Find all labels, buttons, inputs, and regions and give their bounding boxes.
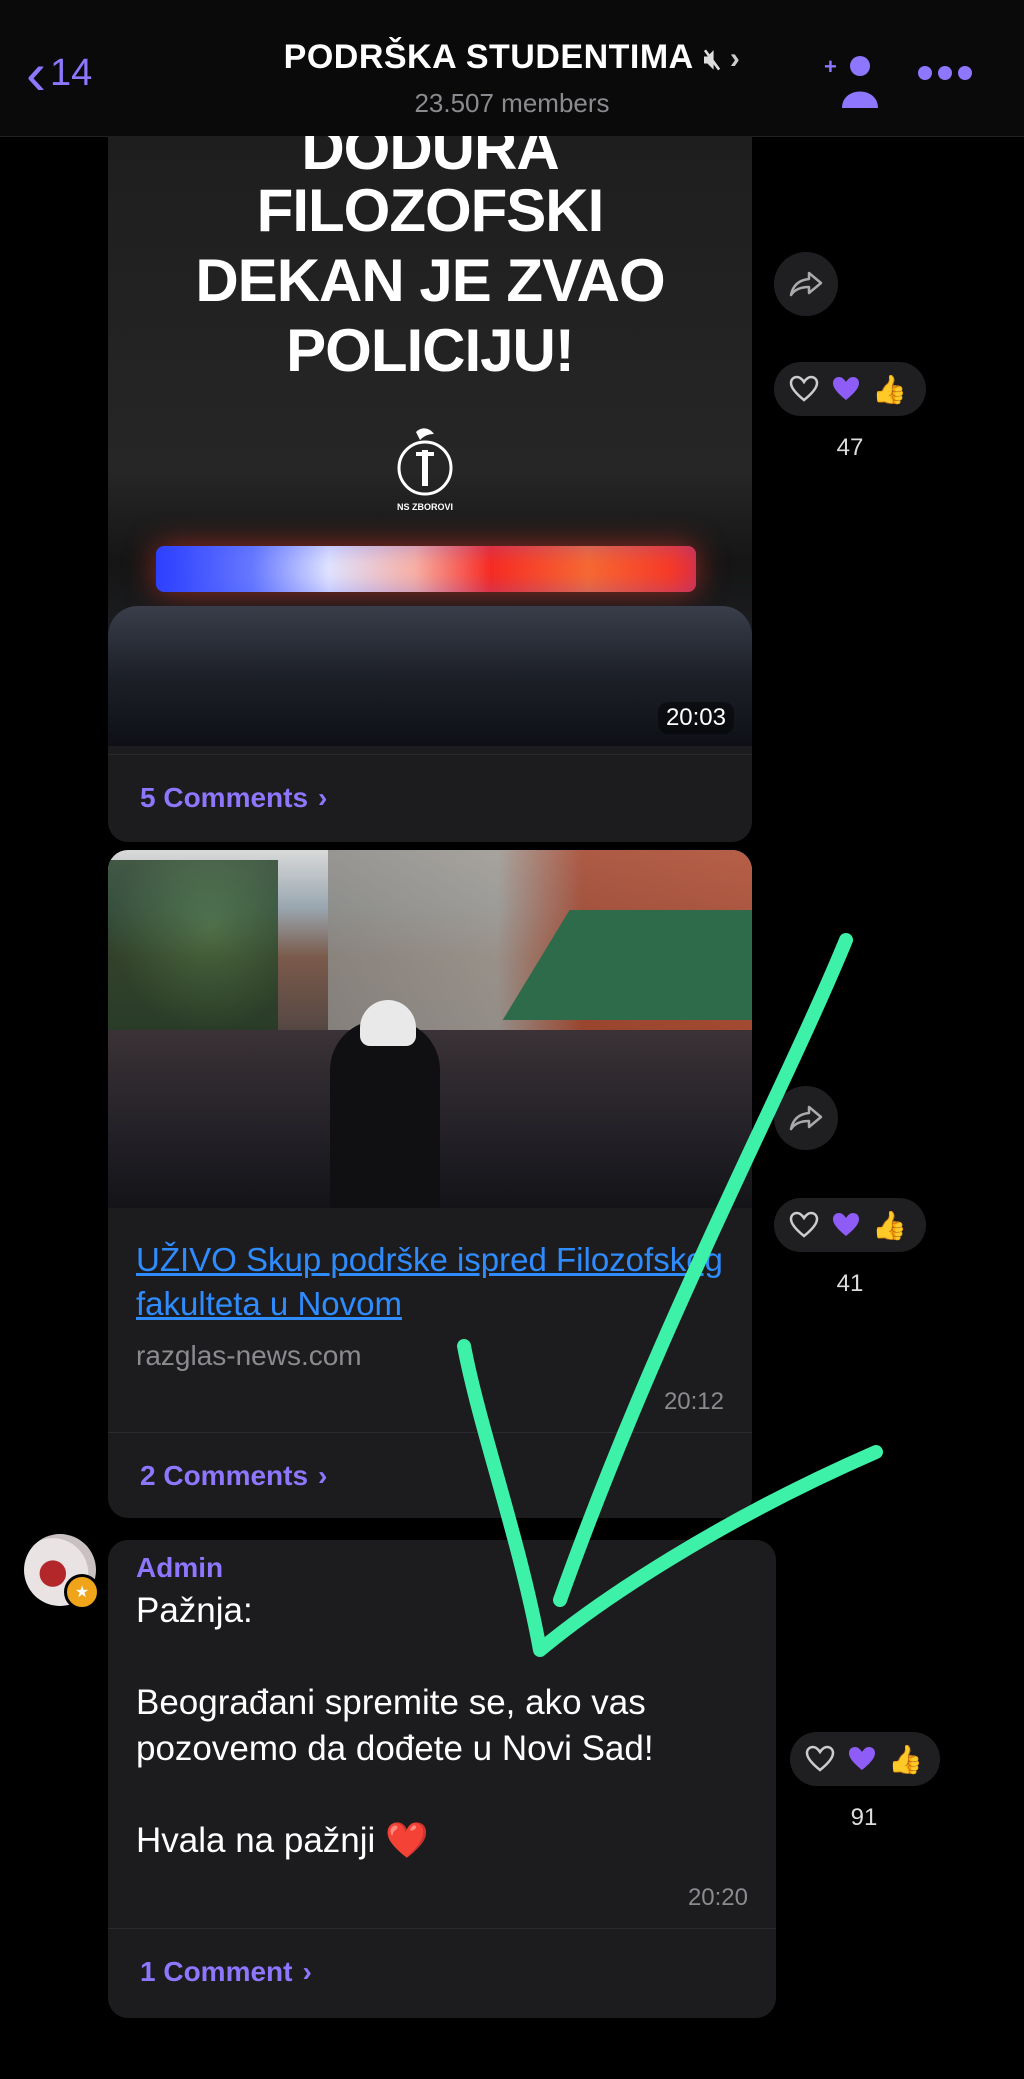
more-options-icon[interactable] bbox=[918, 66, 972, 80]
chevron-right-icon: › bbox=[302, 1955, 312, 1987]
reaction-bar[interactable]: 👍 bbox=[790, 1732, 940, 1786]
link-domain: razglas-news.com bbox=[136, 1340, 362, 1371]
poster-line: FILOZOFSKI bbox=[256, 177, 605, 244]
article-link[interactable]: UŽIVO Skup podrške ispred Filozofskog fa… bbox=[136, 1238, 736, 1326]
post-time: 20:03 bbox=[657, 702, 734, 734]
post-card: UŽIVO Skup podrške ispred Filozofskog fa… bbox=[108, 850, 752, 1518]
thumbs-up-icon: 👍 bbox=[872, 1209, 907, 1241]
reaction-count: 41 bbox=[836, 1270, 864, 1297]
police-car-roof bbox=[108, 606, 752, 746]
chevron-right-icon: › bbox=[729, 42, 741, 75]
add-member-icon[interactable]: + bbox=[822, 50, 882, 110]
poster-line: DEKAN JE ZVAO bbox=[195, 247, 665, 314]
forward-icon bbox=[789, 1105, 823, 1131]
thumbs-up-icon: 👍 bbox=[872, 373, 907, 405]
police-light-bar bbox=[156, 546, 696, 592]
message-line: Pažnja: bbox=[136, 1591, 253, 1630]
forward-button[interactable] bbox=[774, 1086, 838, 1150]
ns-zborovi-logo: NS ZBOROVI bbox=[397, 428, 453, 512]
reaction-bar[interactable]: 👍 bbox=[774, 362, 926, 416]
svg-text:NS ZBOROVI: NS ZBOROVI bbox=[397, 502, 453, 512]
message-line: Beograđani spremite se, ako vas pozovemo… bbox=[136, 1683, 654, 1768]
reaction-count: 47 bbox=[836, 434, 864, 461]
comments-label: 2 Comments bbox=[140, 1459, 309, 1491]
police-officer bbox=[330, 1020, 440, 1208]
message-card: Admin Pažnja: Beograđani spremite se, ak… bbox=[108, 1540, 776, 2018]
reaction-bar[interactable]: 👍 bbox=[774, 1198, 926, 1252]
sender-name[interactable]: Admin bbox=[136, 1552, 223, 1584]
comments-label: 1 Comment bbox=[140, 1955, 293, 1987]
chevron-right-icon: › bbox=[318, 781, 328, 813]
comments-button[interactable]: 2 Comments › bbox=[108, 1432, 752, 1518]
chat-header: ‹ 14 PODRŠKA STUDENTIMA 🔇︎ › 23.507 member… bbox=[0, 0, 1024, 137]
chevron-right-icon: › bbox=[318, 1459, 328, 1491]
post-card: DODURA FILOZOFSKI DEKAN JE ZVAO POLICIJU… bbox=[108, 136, 752, 842]
background-tree bbox=[108, 860, 278, 1030]
purple-heart-icon bbox=[849, 1747, 875, 1770]
message-line: Hvala na pažnji ❤️ bbox=[136, 1821, 429, 1860]
heart-outline-icon[interactable] bbox=[788, 373, 820, 405]
link-preview-image[interactable] bbox=[108, 850, 752, 1208]
star-badge-icon: ★ bbox=[64, 1574, 100, 1610]
forward-button[interactable] bbox=[774, 252, 838, 316]
heart-outline-icon[interactable] bbox=[788, 1209, 820, 1241]
comments-button[interactable]: 5 Comments › bbox=[108, 754, 752, 840]
forward-icon bbox=[789, 271, 823, 297]
post-image[interactable]: DODURA FILOZOFSKI DEKAN JE ZVAO POLICIJU… bbox=[108, 136, 752, 746]
thumbs-up-icon: 👍 bbox=[888, 1743, 923, 1775]
comments-button[interactable]: 1 Comment › bbox=[108, 1928, 776, 2014]
poster-line: POLICIJU! bbox=[286, 317, 575, 384]
purple-heart-icon bbox=[833, 1213, 859, 1236]
comments-label: 5 Comments bbox=[140, 781, 309, 813]
post-time: 20:12 bbox=[663, 1388, 724, 1415]
channel-name: PODRŠKA STUDENTIMA bbox=[283, 38, 694, 76]
admin-avatar[interactable]: ★ bbox=[24, 1534, 100, 1610]
post-time: 20:20 bbox=[687, 1884, 748, 1911]
heart-outline-icon[interactable] bbox=[804, 1743, 836, 1775]
reaction-count: 91 bbox=[850, 1804, 878, 1831]
muted-icon: 🔇︎ bbox=[703, 43, 722, 74]
purple-heart-icon bbox=[833, 377, 859, 400]
svg-text:+: + bbox=[824, 54, 837, 79]
message-text: Pažnja: Beograđani spremite se, ako vas … bbox=[136, 1588, 756, 1864]
